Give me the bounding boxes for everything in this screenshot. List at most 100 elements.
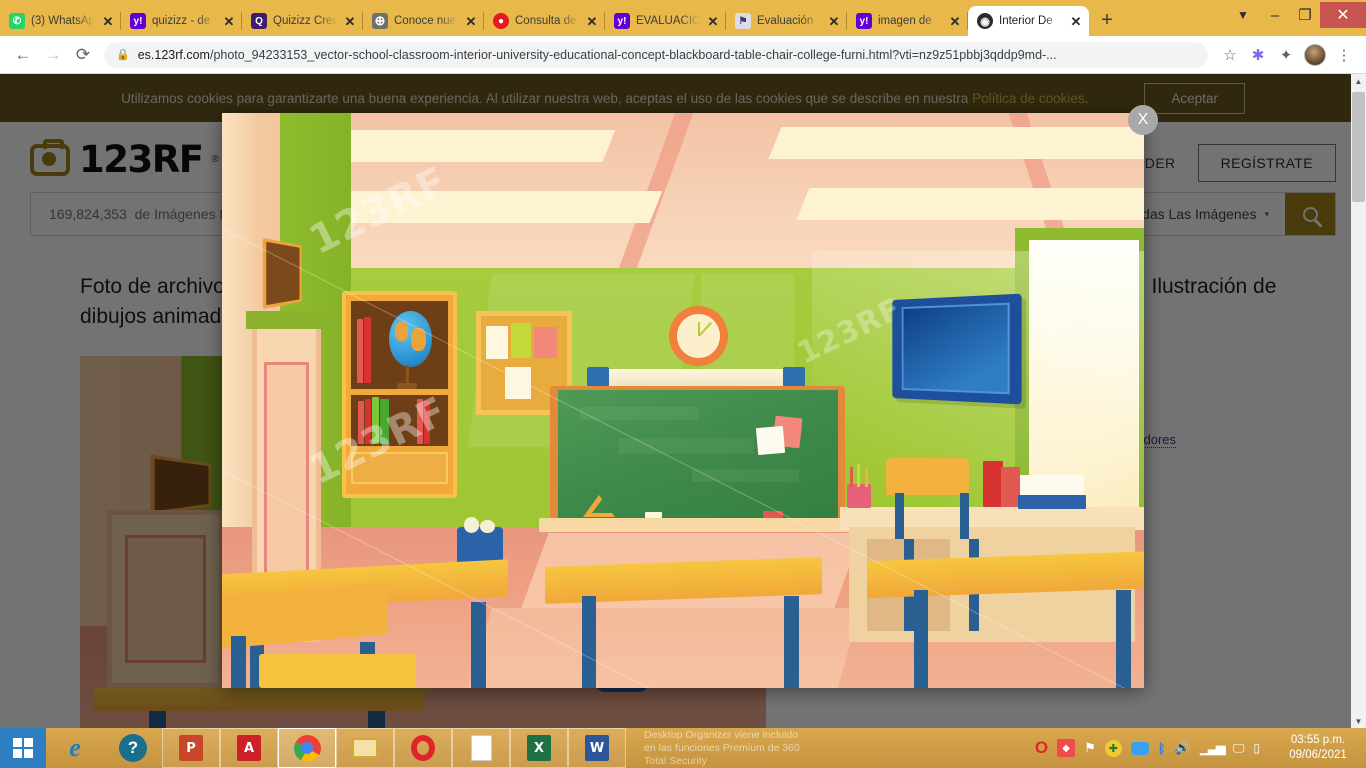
ad-line-3: Total Security <box>644 754 708 767</box>
browser-tab[interactable]: y! quizizz - de ✕ <box>121 6 242 36</box>
tab-close-icon[interactable]: ✕ <box>222 15 236 28</box>
scroll-up-arrow-icon[interactable]: ▲ <box>1351 74 1366 90</box>
battery-icon[interactable]: ▯ <box>1253 741 1260 755</box>
ad-line-2: en las funciones Premium de 360 <box>644 741 800 754</box>
tab-close-icon[interactable]: ✕ <box>343 15 357 28</box>
desk-leg <box>470 601 486 688</box>
reload-button[interactable]: ⟳ <box>68 40 98 70</box>
chrome-menu-icon[interactable]: ⋮ <box>1330 41 1358 69</box>
camera-tray-icon[interactable] <box>1130 741 1149 755</box>
tab-close-icon[interactable]: ✕ <box>827 15 841 28</box>
ie-glyph: e <box>69 733 81 762</box>
minimize-button[interactable]: – <box>1260 2 1290 28</box>
excel-icon[interactable]: X <box>510 728 568 768</box>
windows-start-icon[interactable] <box>0 728 46 768</box>
ad-line-1: Desktop Organizer viene incluido <box>644 728 799 741</box>
browser-window: ✆ (3) WhatsAp ✕ y! quizizz - de ✕ Q Quiz… <box>0 0 1366 768</box>
book <box>356 319 363 383</box>
close-icon[interactable]: X <box>1128 105 1158 135</box>
globe-base <box>397 382 417 389</box>
address-bar[interactable]: 🔒 es.123rf.com/photo_94233153_vector-sch… <box>104 41 1208 68</box>
maximize-button[interactable]: ❐ <box>1290 2 1320 28</box>
tab-strip: ✆ (3) WhatsAp ✕ y! quizizz - de ✕ Q Quiz… <box>0 0 1366 36</box>
browser-tab-active[interactable]: ◉ Interior De ✕ <box>968 6 1089 36</box>
network-signal-icon[interactable]: ▁▃▅ <box>1200 740 1226 756</box>
tab-title: (3) WhatsAp <box>31 15 95 27</box>
browser-tab[interactable]: ✆ (3) WhatsAp ✕ <box>0 6 121 36</box>
chair-leg <box>231 636 246 688</box>
tab-title: Quizizz Crea <box>273 15 337 27</box>
tab-close-icon[interactable]: ✕ <box>1069 15 1083 28</box>
tab-title: imagen de <box>878 15 932 27</box>
adobe-acrobat-icon[interactable]: A <box>220 728 278 768</box>
lightbox-image[interactable]: 123RF 123RF 123RF <box>222 113 1144 688</box>
bookmark-star-icon[interactable]: ☆ <box>1216 41 1244 69</box>
image-lightbox-modal: X 123RF 123RF 123RF <box>222 105 1158 688</box>
book <box>364 317 371 383</box>
security-shield-tray-icon[interactable]: ◆ <box>1057 739 1076 757</box>
document-blank-icon[interactable] <box>452 728 510 768</box>
globe-icon: ⊕ <box>372 13 388 29</box>
file-explorer-icon[interactable] <box>336 728 394 768</box>
pencil <box>857 463 861 487</box>
browser-tab[interactable]: y! imagen de ✕ <box>847 6 968 36</box>
yahoo-icon: y! <box>130 13 146 29</box>
google-chrome-icon[interactable] <box>278 728 336 768</box>
globe-icon <box>388 311 432 367</box>
blackboard <box>550 386 846 522</box>
tv-screen <box>901 302 1010 395</box>
chrome-glyph <box>293 734 321 762</box>
chair-seat <box>258 653 416 688</box>
browser-toolbar: ← → ⟳ 🔒 es.123rf.com/photo_94233153_vect… <box>0 36 1366 74</box>
wall-clock <box>669 305 729 366</box>
extensions-icon[interactable]: ✦ <box>1272 41 1300 69</box>
floor-sunlight <box>468 607 861 688</box>
tab-title: Conoce nue <box>394 15 457 27</box>
scrollbar-thumb[interactable] <box>1352 92 1365 202</box>
pencil-cup <box>847 483 872 509</box>
display-icon[interactable]: 🖵 <box>1233 741 1245 756</box>
crumpled-paper <box>463 517 480 534</box>
taskbar-clock[interactable]: 03:55 p.m. 09/06/2021 <box>1270 728 1366 768</box>
opera-tray-icon[interactable]: O <box>1035 738 1048 758</box>
quizizz-icon: Q <box>251 13 267 29</box>
update-tray-icon[interactable]: ✚ <box>1104 739 1122 757</box>
browser-tab[interactable]: ⚑ Evaluación ✕ <box>726 6 847 36</box>
word-icon[interactable]: W <box>568 728 626 768</box>
tab-close-icon[interactable]: ✕ <box>706 15 720 28</box>
tab-close-icon[interactable]: ✕ <box>101 15 115 28</box>
flag-action-center-icon[interactable]: ⚑ <box>1084 740 1096 756</box>
taskbar-ad-text[interactable]: Desktop Organizer viene incluido en las … <box>626 728 1025 768</box>
clock-time: 03:55 p.m. <box>1290 734 1346 746</box>
pencil <box>864 468 868 487</box>
tab-close-icon[interactable]: ✕ <box>464 15 478 28</box>
url-domain: es.123rf.com <box>137 47 210 62</box>
chair-leg <box>959 492 969 539</box>
internet-explorer-icon[interactable]: e <box>46 728 104 768</box>
desk-leg <box>1116 590 1132 688</box>
powerpoint-icon[interactable]: P <box>162 728 220 768</box>
profile-avatar[interactable] <box>1304 43 1326 66</box>
bluetooth-icon[interactable]: ᛒ <box>1158 741 1166 756</box>
opera-icon[interactable] <box>394 728 452 768</box>
yahoo-icon: y! <box>856 13 872 29</box>
chevron-down-icon[interactable]: ▼ <box>1226 0 1260 30</box>
new-tab-button[interactable]: + <box>1093 7 1121 35</box>
browser-tab[interactable]: Q Quizizz Crea ✕ <box>242 6 363 36</box>
close-window-button[interactable]: ✕ <box>1320 2 1366 28</box>
browser-tab[interactable]: ⊕ Conoce nue ✕ <box>363 6 484 36</box>
extension-puzzle-icon[interactable]: ✱ <box>1244 41 1272 69</box>
help-question-icon[interactable]: ? <box>104 728 162 768</box>
book-stack <box>1017 495 1086 510</box>
forward-button[interactable]: → <box>38 40 68 70</box>
sticky-note <box>534 326 557 359</box>
volume-icon[interactable]: 🔊 <box>1175 740 1191 756</box>
browser-tab[interactable]: ● Consulta de ✕ <box>484 6 605 36</box>
windows-taskbar: e ? P A X W Desktop Organizer viene incl… <box>0 728 1366 768</box>
browser-tab[interactable]: y! EVALUACIÓ ✕ <box>605 6 726 36</box>
tab-close-icon[interactable]: ✕ <box>585 15 599 28</box>
lock-icon: 🔒 <box>116 49 130 61</box>
tab-close-icon[interactable]: ✕ <box>948 15 962 28</box>
back-button[interactable]: ← <box>8 40 38 70</box>
chair-leg <box>895 492 905 539</box>
